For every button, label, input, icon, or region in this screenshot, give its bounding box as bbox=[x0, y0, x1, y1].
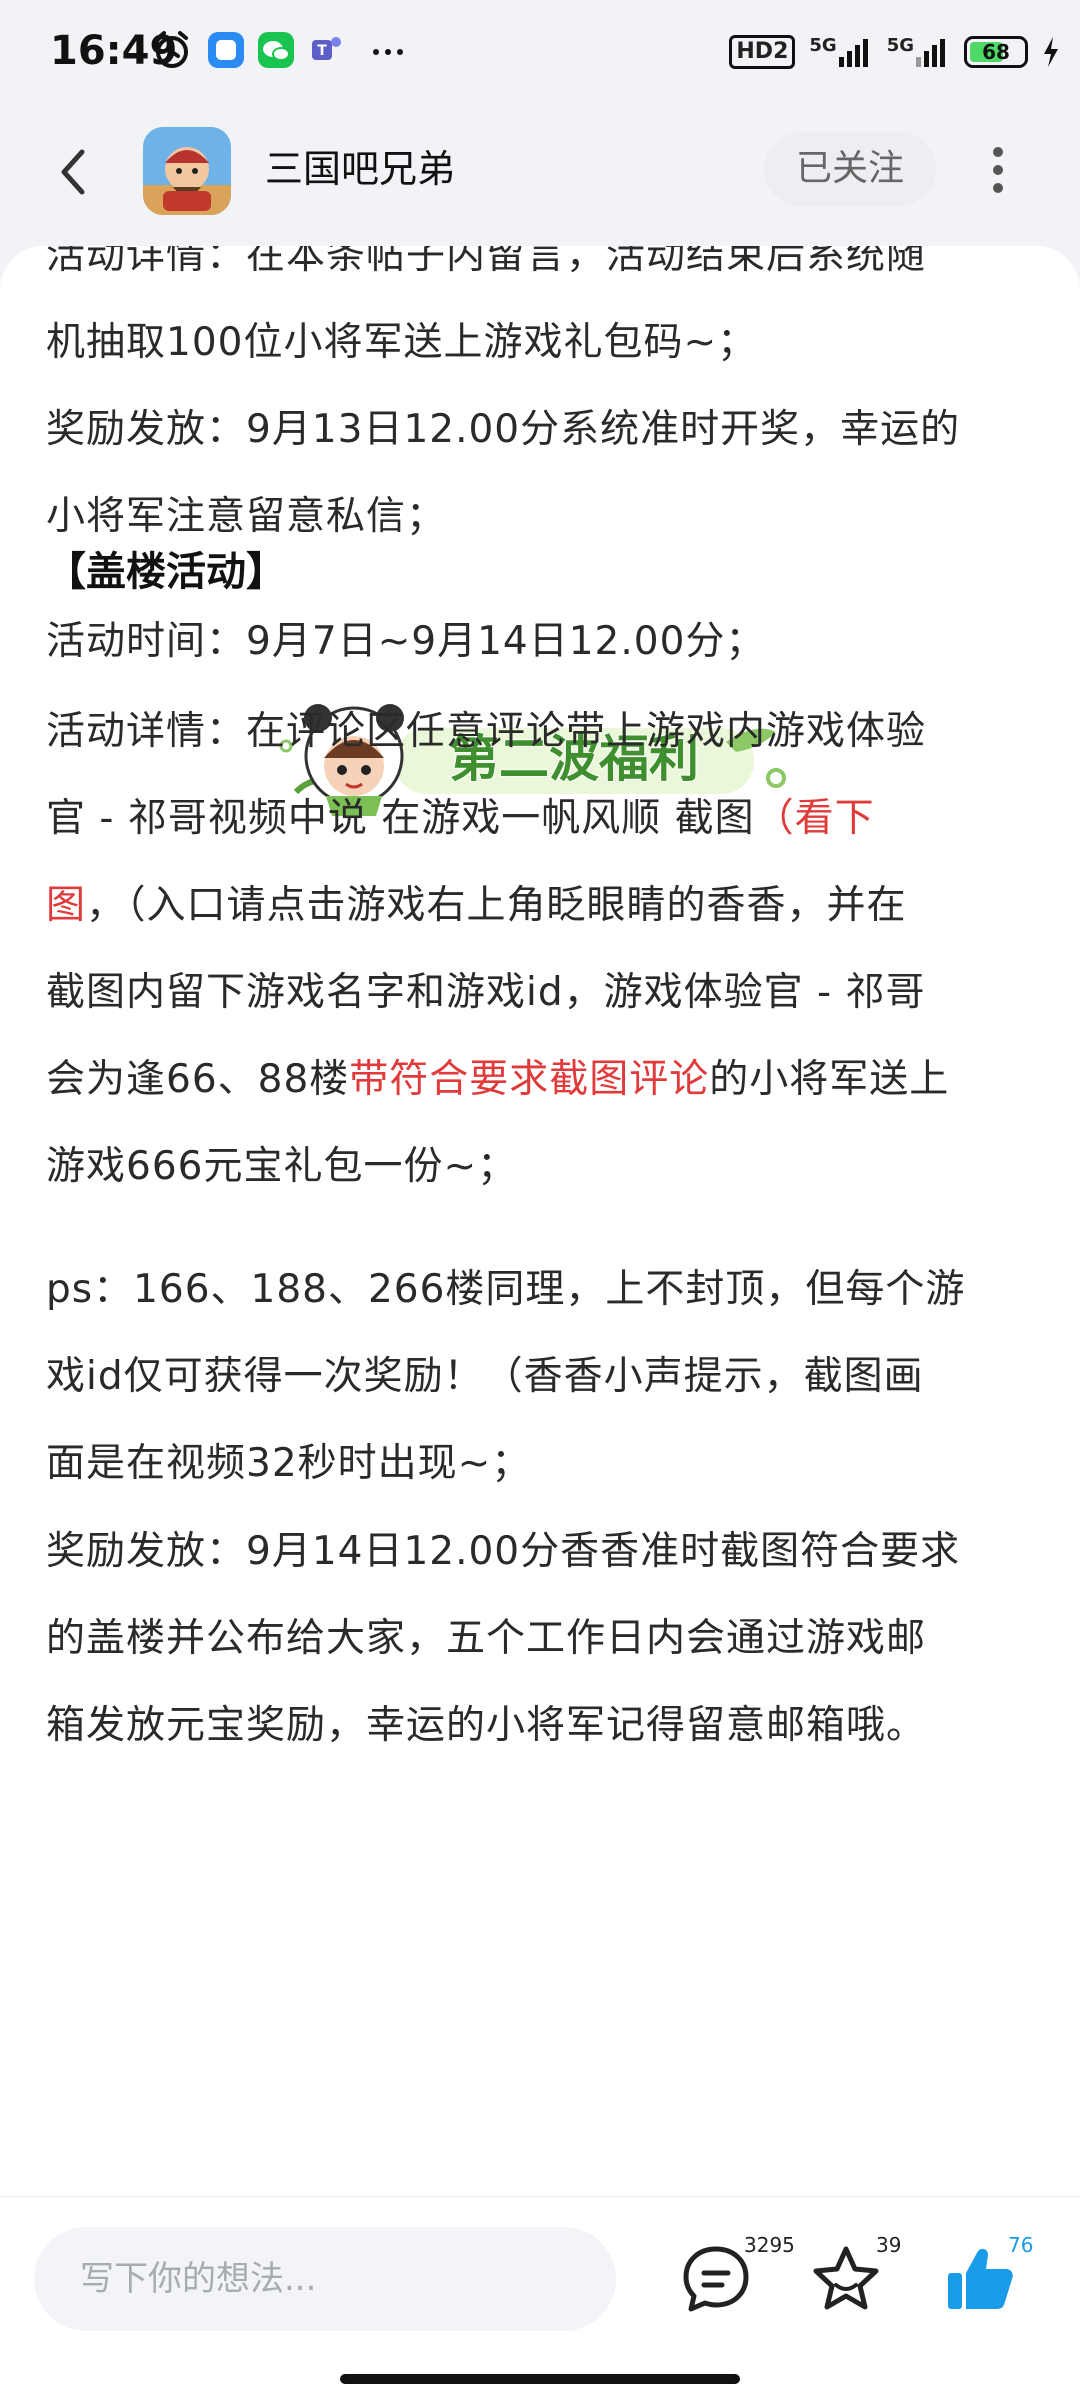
status-bar: 16:49 T HD2 5G 5G 68 bbox=[0, 0, 1080, 110]
forum-avatar[interactable] bbox=[143, 127, 231, 215]
bottom-action-bar: 写下你的想法... 3295 39 76 bbox=[0, 2196, 1080, 2401]
paragraph-details-1: 活动详情：在本条帖子内留言，活动结束后系统随 机抽取100位小将军送上游戏礼包码… bbox=[46, 246, 927, 365]
post-content: 活动详情：在本条帖子内留言，活动结束后系统随 机抽取100位小将军送上游戏礼包码… bbox=[0, 246, 1080, 2196]
more-notifications-icon bbox=[373, 49, 403, 55]
home-indicator[interactable] bbox=[340, 2374, 740, 2384]
comment-count: 3295 bbox=[744, 2233, 795, 2257]
paragraph-reward-2: 奖励发放：9月14日12.00分香香准时截图符合要求 的盖楼并公布给大家，五个工… bbox=[46, 1529, 961, 1748]
signal-bars-icon bbox=[916, 39, 945, 67]
favorite-count: 39 bbox=[876, 2233, 902, 2257]
alarm-icon bbox=[156, 31, 188, 68]
paragraph-time: 活动时间：9月7日~9月14日12.00分； bbox=[46, 619, 766, 664]
signal-2: 5G bbox=[887, 37, 950, 67]
highlight-requirement: 带符合要求截图评论 bbox=[349, 1057, 710, 1102]
hd-indicator: HD2 bbox=[729, 35, 796, 69]
signal-bars-icon bbox=[838, 39, 868, 67]
favorite-icon[interactable] bbox=[806, 2239, 886, 2319]
app-notification-icon bbox=[208, 32, 244, 68]
forum-title[interactable]: 三国吧兄弟 bbox=[265, 140, 455, 198]
see-image-link-cont[interactable]: 图 bbox=[46, 883, 86, 928]
battery-indicator: 68 bbox=[964, 36, 1028, 68]
follow-button[interactable]: 已关注 bbox=[764, 132, 936, 206]
status-right: HD2 5G 5G 68 bbox=[729, 30, 1060, 74]
back-arrow-icon[interactable] bbox=[48, 142, 100, 202]
charging-icon bbox=[1044, 37, 1058, 67]
top-nav: 三国吧兄弟 已关注 bbox=[0, 110, 1080, 240]
teams-icon: T bbox=[312, 37, 341, 60]
comment-input[interactable]: 写下你的想法... bbox=[34, 2227, 616, 2331]
signal-1: 5G bbox=[809, 37, 872, 67]
like-count: 76 bbox=[1008, 2233, 1034, 2257]
more-options-icon[interactable] bbox=[980, 138, 1016, 202]
paragraph-details-2: 活动详情：在评论区任意评论带上游戏内游戏体验 官 - 祁哥视频中说 在游戏一帆风… bbox=[46, 709, 950, 1189]
see-image-link[interactable]: （看下 bbox=[755, 796, 875, 841]
wechat-icon bbox=[258, 32, 294, 68]
svg-text:T: T bbox=[317, 43, 327, 59]
paragraph-ps: ps：166、188、266楼同理，上不封顶，但每个游 戏id仅可获得一次奖励！… bbox=[46, 1267, 966, 1486]
